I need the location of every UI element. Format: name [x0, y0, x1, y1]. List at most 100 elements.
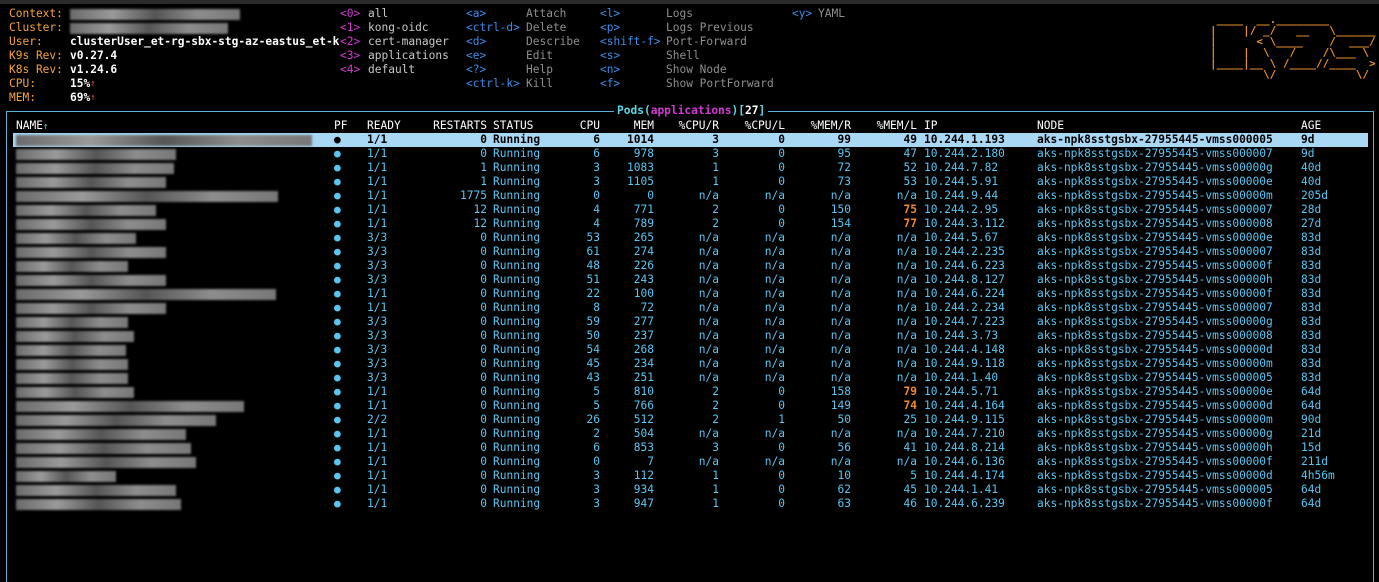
table-row[interactable]: ● 3/3 0 Running 51 243 n/a n/a n/a n/a 10.244.8.12…: [0, 273, 1379, 287]
hotkey-show-node[interactable]: <n> Show Node: [600, 63, 774, 77]
hotkey-delete[interactable]: <ctrl-d> Delete: [466, 21, 580, 35]
table-row[interactable]: ● 1/1 0 Running 6 853 3 0 56 41 10.244.8.214 aks-np…: [0, 441, 1379, 455]
table-row[interactable]: ● 1/1 12 Running 4 771 2 0 150 75 10.244.2.95 aks-n…: [0, 203, 1379, 217]
hotkey-describe[interactable]: <d> Describe: [466, 35, 580, 49]
hotkey-yaml[interactable]: <y> YAML: [792, 7, 845, 21]
table-row[interactable]: ● 1/1 0 Running 5 810 2 0 158 79 10.244.5.71 aks-np…: [0, 385, 1379, 399]
cell-age: 21d: [1301, 427, 1322, 440]
hotkey-help[interactable]: <?> Help: [466, 63, 580, 77]
col-header-cpu-l[interactable]: %CPU/L: [745, 119, 785, 132]
namespace-key: <1>: [340, 21, 361, 34]
cell-restarts: 0: [480, 231, 487, 244]
namespace-shortcut[interactable]: <2> cert-manager: [340, 35, 449, 49]
table-row[interactable]: ● 1/1 1775 Running 0 0 n/a n/a n/a n/a 10.244.9.44…: [0, 189, 1379, 203]
cell-status: Running: [493, 259, 541, 272]
col-header-status[interactable]: STATUS: [493, 119, 533, 132]
namespace-shortcut[interactable]: <0> all: [340, 7, 449, 21]
cell-age: 83d: [1301, 259, 1322, 272]
col-header-pf[interactable]: PF: [334, 119, 347, 132]
cell-status: Running: [493, 329, 541, 342]
table-row[interactable]: ● 1/1 0 Running 5 766 2 0 149 74 10.244.4.164 aks-n…: [0, 399, 1379, 413]
cell-restarts: 0: [480, 483, 487, 496]
col-header-mem-r[interactable]: %MEM/R: [811, 119, 851, 132]
table-row[interactable]: ● 1/1 0 Running 8 72 n/a n/a n/a n/a 10.244.2.234 a…: [0, 301, 1379, 315]
namespace-shortcut[interactable]: <1> kong-oidc: [340, 21, 449, 35]
hotkey-shell[interactable]: <s> Shell: [600, 49, 774, 63]
cell-cpu-l: n/a: [764, 357, 785, 370]
cell-cpu-r: 2: [712, 217, 719, 230]
table-row[interactable]: ● 1/1 0 Running 3 947 1 0 63 46 10.244.6.239 aks-np…: [0, 497, 1379, 511]
table-row[interactable]: ● 1/1 0 Running 0 7 n/a n/a n/a n/a 10.244.6.136 ak…: [0, 455, 1379, 469]
table-row[interactable]: ● 1/1 0 Running 3 934 1 0 62 45 10.244.1.41 aks-npk…: [0, 483, 1379, 497]
cell-age: 83d: [1301, 245, 1322, 258]
hotkey-show-portforward[interactable]: <f> Show PortForward: [600, 77, 774, 91]
cell-status: Running: [493, 343, 541, 356]
cell-cpu-l: 0: [778, 133, 785, 146]
hotkey-logs[interactable]: <l> Logs: [600, 7, 774, 21]
table-row[interactable]: ● 3/3 0 Running 43 251 n/a n/a n/a n/a 10.244.1.40…: [0, 371, 1379, 385]
hotkey-port-forward[interactable]: <shift-f> Port-Forward: [600, 35, 774, 49]
hotkey-key: <ctrl-k>: [466, 77, 520, 90]
cell-mem: 72: [640, 301, 654, 314]
col-header-age[interactable]: AGE: [1301, 119, 1321, 132]
table-row[interactable]: ● 3/3 0 Running 54 268 n/a n/a n/a n/a 10.244.4.14…: [0, 343, 1379, 357]
col-header-ip[interactable]: IP: [924, 119, 937, 132]
cell-pf: ●: [334, 371, 341, 384]
col-header-name[interactable]: NAME↑: [16, 119, 48, 132]
col-header-cpu[interactable]: CPU: [580, 119, 600, 132]
pod-name-redacted: [16, 219, 166, 230]
table-row[interactable]: ● 3/3 0 Running 48 226 n/a n/a n/a n/a 10.244.6.22…: [0, 259, 1379, 273]
hotkey-attach[interactable]: <a> Attach: [466, 7, 580, 21]
cell-pf: ●: [334, 441, 341, 454]
hotkey-logs-previous[interactable]: <p> Logs Previous: [600, 21, 774, 35]
cell-mem-l: n/a: [896, 371, 917, 384]
hotkey-key: <d>: [466, 35, 487, 48]
cell-restarts: 0: [480, 343, 487, 356]
col-header-cpu-r[interactable]: %CPU/R: [679, 119, 719, 132]
cell-mem: 226: [633, 259, 654, 272]
cell-ready: 1/1: [367, 455, 388, 468]
cell-pf: ●: [334, 483, 341, 496]
col-header-mem[interactable]: MEM: [634, 119, 654, 132]
table-row[interactable]: ● 1/1 0 Running 22 100 n/a n/a n/a n/a 10.244.6.22…: [0, 287, 1379, 301]
table-row[interactable]: ● 2/2 0 Running 26 512 2 1 50 25 10.244.9.115 aks-n…: [0, 413, 1379, 427]
table-row[interactable]: ● 1/1 0 Running 2 504 n/a n/a n/a n/a 10.244.7.210…: [0, 427, 1379, 441]
table-row[interactable]: ● 1/1 1 Running 3 1105 1 0 73 53 10.244.5.91 aks-np…: [0, 175, 1379, 189]
col-header-node[interactable]: NODE: [1037, 119, 1064, 132]
cell-cpu-r: 1: [712, 469, 719, 482]
cell-mem-r: n/a: [830, 273, 851, 286]
table-row[interactable]: ● 3/3 0 Running 59 277 n/a n/a n/a n/a 10.244.7.22…: [0, 315, 1379, 329]
pod-name-redacted: [16, 457, 196, 468]
table-row[interactable]: ● 1/1 0 Running 6 978 3 0 95 47 10.244.2.180 aks-np…: [0, 147, 1379, 161]
hotkey-kill[interactable]: <ctrl-k> Kill: [466, 77, 580, 91]
table-row[interactable]: ● 3/3 0 Running 45 234 n/a n/a n/a n/a 10.244.9.11…: [0, 357, 1379, 371]
cell-status: Running: [493, 147, 541, 160]
namespace-shortcut[interactable]: <4> default: [340, 63, 449, 77]
table-row[interactable]: ● 1/1 12 Running 4 789 2 0 154 77 10.244.3.112 aks-…: [0, 217, 1379, 231]
table-row[interactable]: ● 3/3 0 Running 53 265 n/a n/a n/a n/a 10.244.5.67…: [0, 231, 1379, 245]
hotkey-edit[interactable]: <e> Edit: [466, 49, 580, 63]
hotkey-key: <l>: [600, 7, 621, 20]
cell-status: Running: [493, 371, 541, 384]
pod-name-redacted: [16, 443, 191, 454]
table-row[interactable]: ● 1/1 0 Running 3 112 1 0 10 5 10.244.4.174 aks-npk…: [0, 469, 1379, 483]
col-header-restarts[interactable]: RESTARTS: [433, 119, 487, 132]
pod-name-redacted: [16, 331, 134, 342]
cell-node: aks-npk8sstgsbx-27955445-vmss00000f: [1037, 287, 1273, 300]
cell-pf: ●: [334, 301, 341, 314]
pod-name-redacted: [16, 429, 186, 440]
col-header-mem-l[interactable]: %MEM/L: [877, 119, 917, 132]
table-row[interactable]: ● 3/3 0 Running 50 237 n/a n/a n/a n/a 10.244.3.73…: [0, 329, 1379, 343]
table-row[interactable]: ● 1/1 1 Running 3 1083 1 0 72 52 10.244.7.82 aks-np…: [0, 161, 1379, 175]
info-label: MEM:: [9, 91, 36, 104]
cell-pf: ●: [334, 413, 341, 426]
cell-mem-r: n/a: [830, 259, 851, 272]
col-header-ready[interactable]: READY: [367, 119, 401, 132]
table-row[interactable]: ● 3/3 0 Running 61 274 n/a n/a n/a n/a 10.244.2.23…: [0, 245, 1379, 259]
cell-mem: 268: [633, 343, 654, 356]
hotkey-label: Shell: [666, 49, 700, 62]
cell-mem-r: n/a: [830, 189, 851, 202]
namespace-shortcut[interactable]: <3> applications: [340, 49, 449, 63]
table-row[interactable]: ● 1/1 0 Running 6 1014 3 0 99 49 10.244.1.193 aks-n…: [13, 133, 1368, 147]
cell-cpu-l: n/a: [764, 287, 785, 300]
